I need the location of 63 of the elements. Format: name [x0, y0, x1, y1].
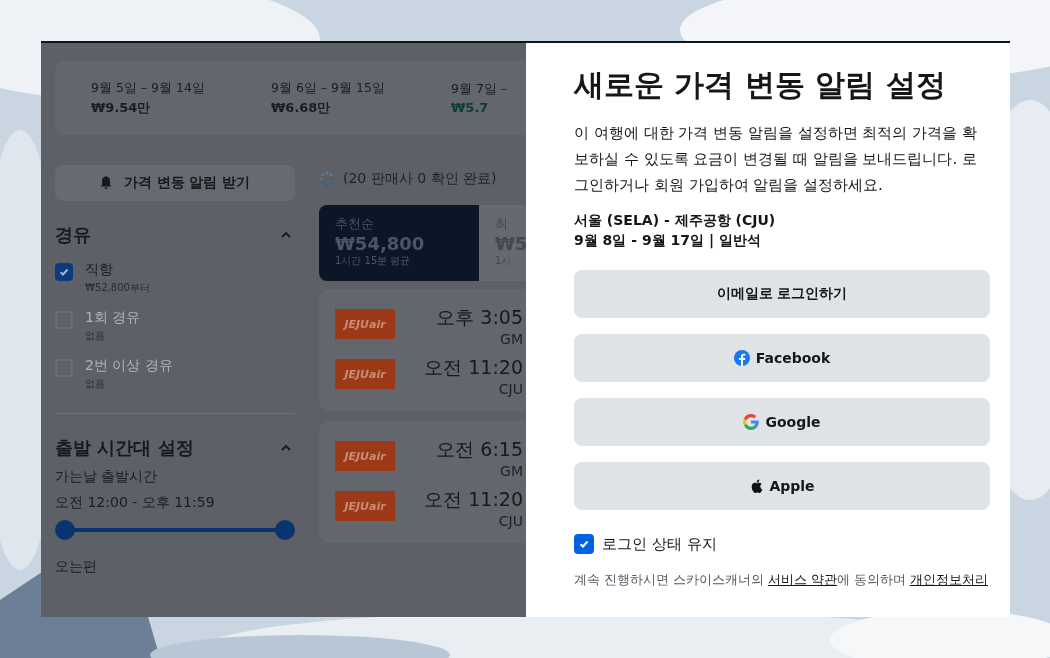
date-price: ₩9.54만 — [91, 98, 151, 117]
time-label: 가는날 출발시간 — [55, 468, 159, 486]
option-label: 직항 — [85, 261, 114, 279]
checkbox-label: 로그인 상태 유지 — [602, 534, 717, 554]
section-title: 경유 — [55, 223, 91, 247]
sort-tab[interactable]: 추천순 ₩54,800 1시간 15분 평균 — [319, 205, 479, 281]
date-range: 9월 5일 – 9월 14일 — [91, 79, 205, 97]
airport-code: CJU — [498, 513, 523, 529]
airline-logo: JEJUair — [335, 441, 395, 471]
check-icon — [578, 538, 590, 550]
date-price: ₩6.68만 — [271, 98, 331, 117]
time-label: 오는편 — [55, 558, 98, 576]
airline-logo: JEJUair — [335, 309, 395, 339]
flight-card[interactable]: JEJUair 오후 3:05 GM JEJUair 오전 11:20 CJU — [319, 289, 526, 411]
social-login-button[interactable]: Facebook — [574, 334, 990, 382]
flight-time: 오후 3:05 — [436, 305, 523, 330]
section-title: 출발 시간대 설정 — [55, 436, 194, 460]
time-slider[interactable] — [55, 520, 295, 540]
option-label: 2번 이상 경유 — [85, 357, 173, 375]
date-range: 9월 7일 – — [451, 81, 508, 98]
airport-code: GM — [500, 331, 523, 347]
checkbox[interactable] — [574, 534, 594, 554]
price-alert-button[interactable]: 가격 변동 알림 받기 — [55, 165, 295, 201]
date-option[interactable]: 9월 7일 – ₩5.7 — [415, 61, 526, 135]
caret-icon[interactable] — [281, 232, 291, 238]
airport-code: CJU — [498, 381, 523, 397]
spinner-icon — [319, 171, 335, 187]
time-range: 오전 12:00 - 오후 11:59 — [55, 494, 216, 512]
slider-handle[interactable] — [55, 520, 75, 540]
bell-icon — [99, 176, 112, 190]
google-icon — [743, 414, 760, 430]
airline-logo: JEJUair — [335, 491, 395, 521]
slider-handle[interactable] — [275, 520, 295, 540]
airline-logo: JEJUair — [335, 359, 395, 389]
flight-card[interactable]: JEJUair 오전 6:15 GM JEJUair 오전 11:20 CJU — [319, 421, 526, 543]
flight-time: 오전 11:20 — [424, 487, 523, 512]
tab-label: 추천순 — [335, 215, 375, 233]
tab-note: 1시간 15분 평균 — [335, 254, 412, 268]
social-login-button[interactable]: Google — [574, 398, 990, 446]
terms-link[interactable]: 서비스 약관 — [767, 572, 837, 587]
option-label: 1회 경유 — [85, 309, 141, 327]
dialog-title: 새로운 가격 변동 알림 설정 — [574, 66, 947, 104]
privacy-link[interactable]: 개인정보처리 — [909, 572, 988, 587]
dialog-description: 이 여행에 대한 가격 변동 알림을 설정하면 최적의 가격을 확보하실 수 있도록 요금이 변경될 때 알림을 보내드립니다. 로그인하거나 회원 가입하여 알림을 설정하세요. — [574, 123, 978, 196]
apple-icon — [749, 478, 764, 494]
tab-price: ₩54,800 — [335, 233, 426, 254]
social-login-button[interactable]: Apple — [574, 462, 990, 510]
date-option[interactable]: 9월 5일 – 9월 14일 ₩9.54만 — [55, 61, 235, 135]
flight-time: 오전 11:20 — [424, 355, 523, 380]
date-price: ₩5.7 — [451, 100, 489, 115]
trip-details: 9월 8일 - 9월 17일 | 일반석 — [574, 232, 762, 250]
route-text: 서울 (SELA) - 제주공항 (CJU) — [574, 212, 777, 230]
date-range: 9월 6일 – 9월 15일 — [271, 79, 385, 97]
terms-text: 계속 진행하시면 스카이스캐너의 서비스 약관에 동의하며 개인정보처리 — [574, 572, 989, 589]
caret-icon[interactable] — [281, 445, 291, 451]
email-login-button[interactable]: 이메일로 로그인하기 — [574, 270, 990, 318]
airport-code: GM — [500, 463, 523, 479]
flight-time: 오전 6:15 — [436, 437, 523, 462]
date-option[interactable]: 9월 6일 – 9월 15일 ₩6.68만 — [235, 61, 415, 135]
facebook-icon — [733, 350, 750, 366]
check-icon — [58, 266, 70, 278]
progress-text: (20 판매사 0 확인 완료) — [343, 170, 497, 188]
checkbox[interactable] — [55, 263, 73, 281]
